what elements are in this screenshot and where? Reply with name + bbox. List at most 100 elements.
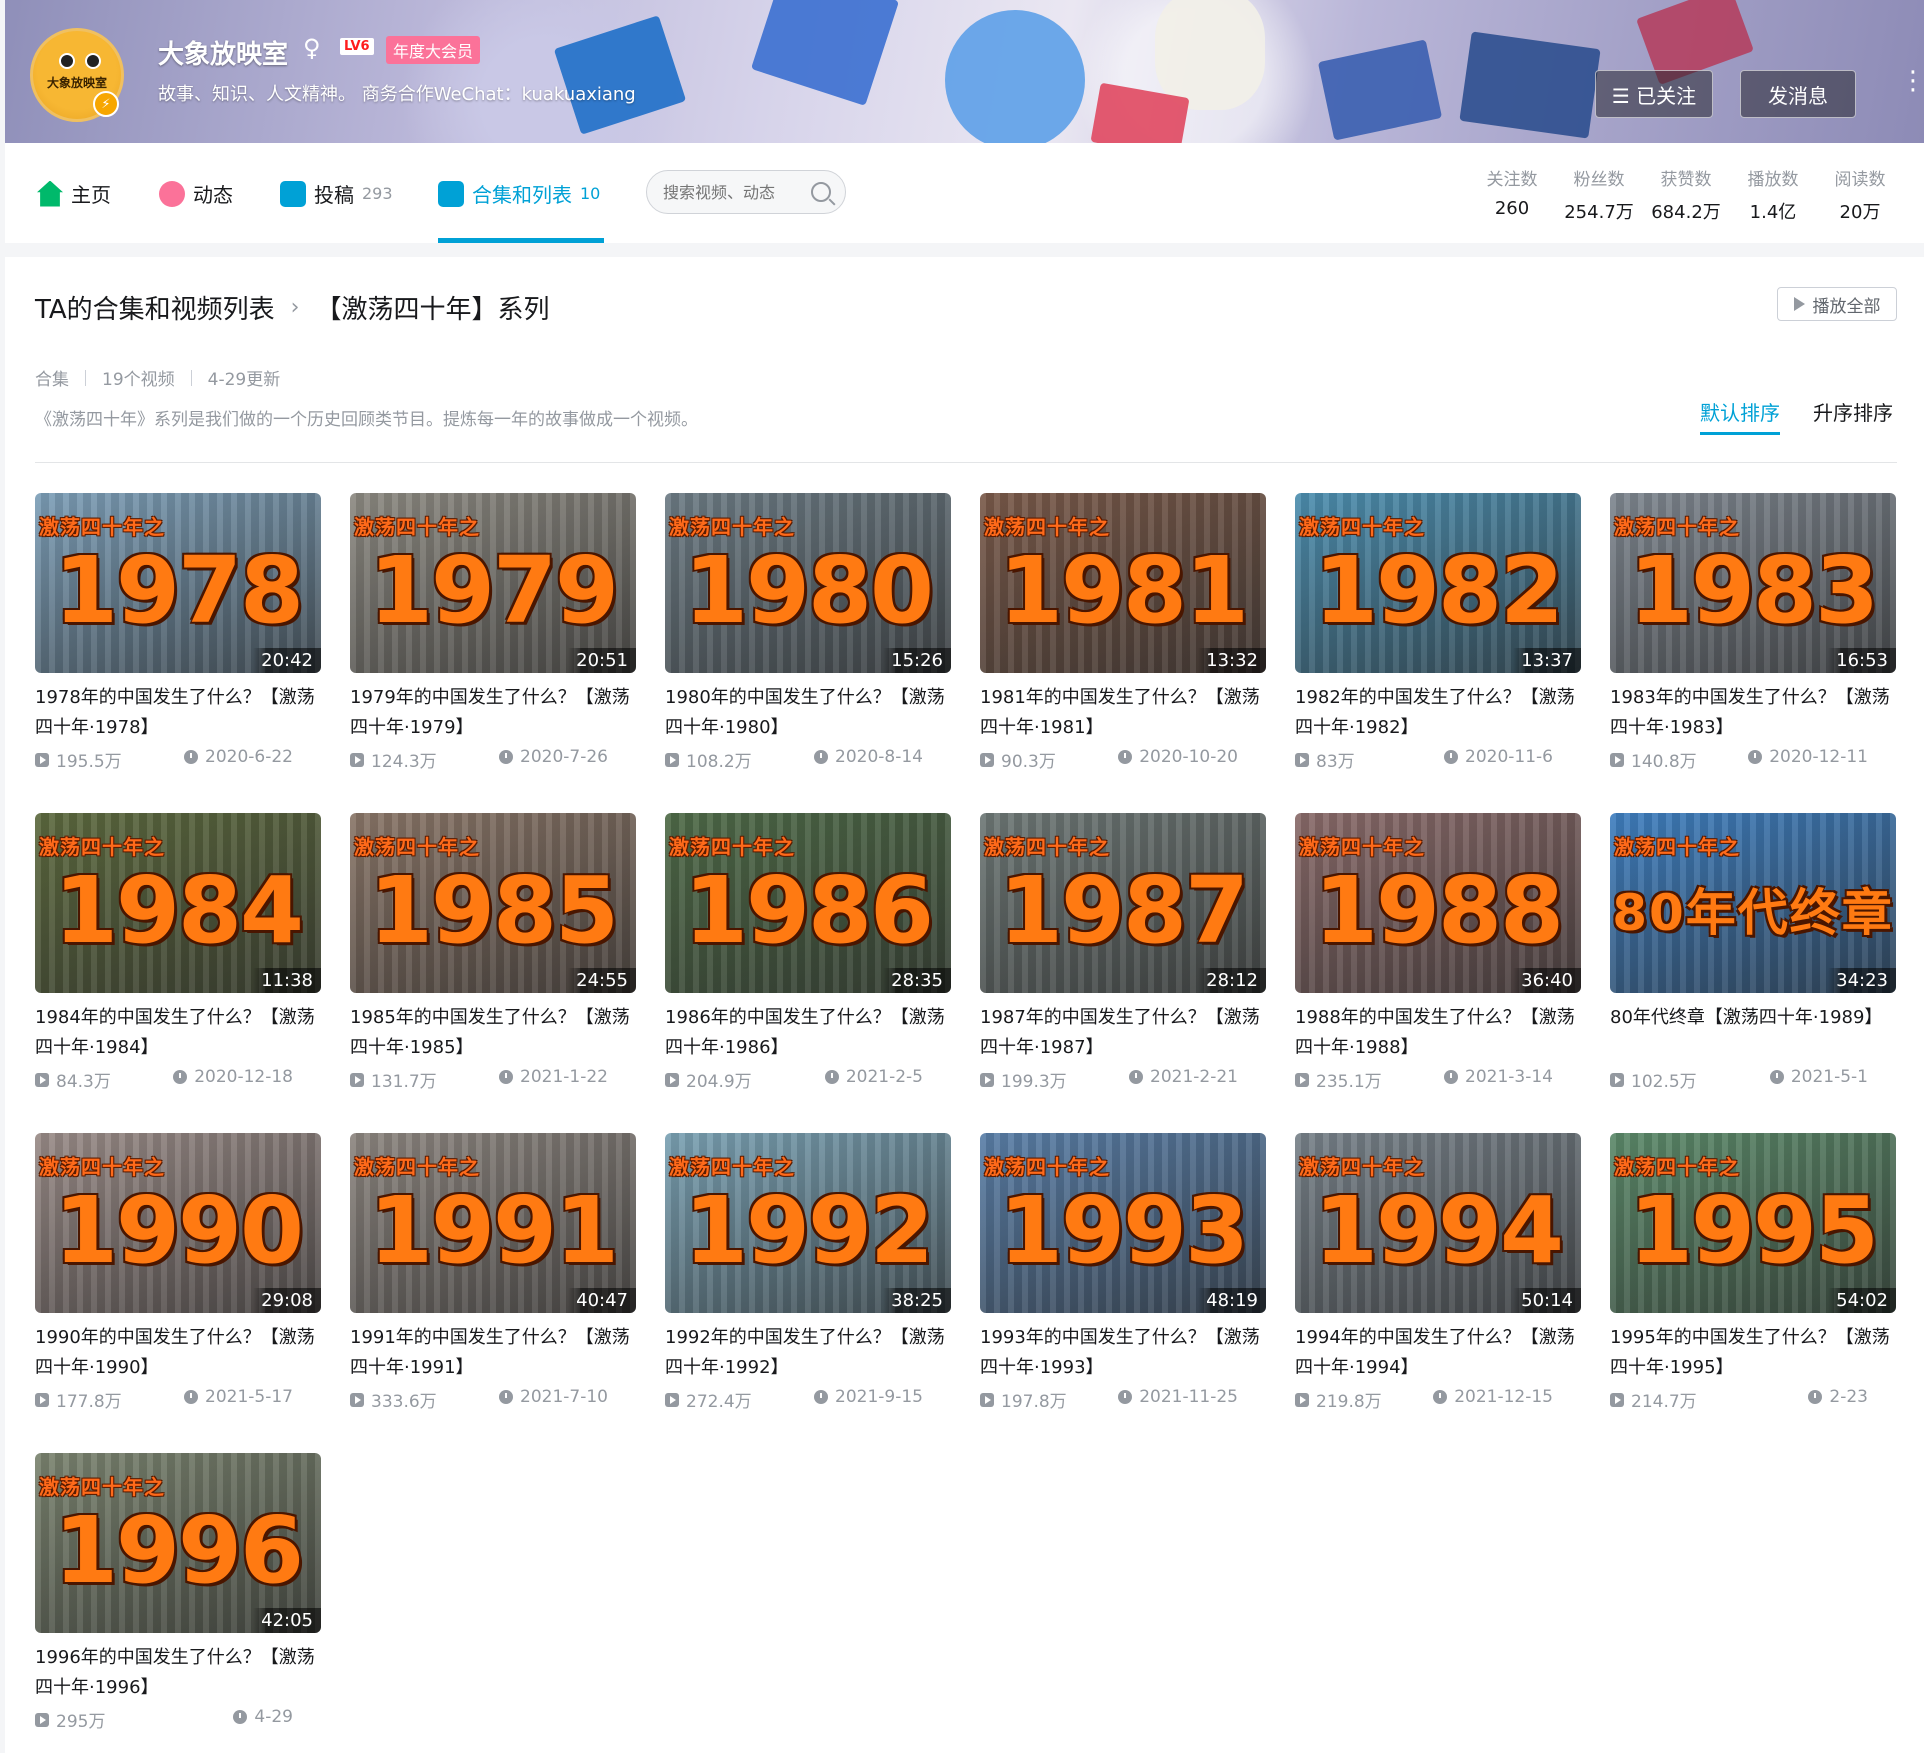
video-title[interactable]: 1994年的中国发生了什么？【激荡四十年·1994】 bbox=[1295, 1323, 1581, 1383]
video-title[interactable]: 1979年的中国发生了什么？【激荡四十年·1979】 bbox=[350, 683, 636, 743]
stat-following[interactable]: 关注数 260 bbox=[1467, 165, 1557, 219]
vip-badge[interactable]: 年度大会员 bbox=[386, 36, 481, 64]
tab-uploads[interactable]: 投稿 293 bbox=[280, 179, 393, 208]
video-thumbnail[interactable]: 激荡四十年之 1985 24:55 bbox=[350, 813, 636, 993]
stat-value: 684.2万 bbox=[1651, 202, 1721, 223]
video-card[interactable]: 激荡四十年之 80年代终章 34:23 80年代终章【激荡四十年·1989】 102.5… bbox=[1610, 813, 1896, 1113]
stat-label: 阅读数 bbox=[1834, 170, 1886, 190]
video-title[interactable]: 1982年的中国发生了什么？【激荡四十年·1982】 bbox=[1295, 683, 1581, 743]
video-card[interactable]: 激荡四十年之 1983 16:53 1983年的中国发生了什么？【激荡四十年·1983… bbox=[1610, 493, 1896, 793]
avatar[interactable]: 大象放映室 ⚡ bbox=[30, 28, 124, 122]
video-title[interactable]: 1983年的中国发生了什么？【激荡四十年·1983】 bbox=[1610, 683, 1896, 743]
username[interactable]: 大象放映室 bbox=[158, 34, 288, 71]
video-thumbnail[interactable]: 激荡四十年之 1980 15:26 bbox=[665, 493, 951, 673]
video-views: 124.3万 bbox=[350, 747, 437, 772]
tab-dynamic[interactable]: 动态 bbox=[159, 179, 233, 208]
video-thumbnail[interactable]: 激荡四十年之 1991 40:47 bbox=[350, 1133, 636, 1313]
bunny-decoration bbox=[1155, 0, 1265, 110]
video-card[interactable]: 激荡四十年之 1992 38:25 1992年的中国发生了什么？【激荡四十年·1992… bbox=[665, 1133, 951, 1433]
video-card[interactable]: 激荡四十年之 1978 20:42 1978年的中国发生了什么？【激荡四十年·1978… bbox=[35, 493, 321, 793]
video-thumbnail[interactable]: 激荡四十年之 1983 16:53 bbox=[1610, 493, 1896, 673]
video-thumbnail[interactable]: 激荡四十年之 1988 36:40 bbox=[1295, 813, 1581, 993]
video-card[interactable]: 激荡四十年之 1984 11:38 1984年的中国发生了什么？【激荡四十年·1984… bbox=[35, 813, 321, 1113]
sort-default-button[interactable]: 默认排序 bbox=[1700, 397, 1780, 435]
video-card[interactable]: 激荡四十年之 1985 24:55 1985年的中国发生了什么？【激荡四十年·1985… bbox=[350, 813, 636, 1113]
video-thumbnail[interactable]: 激荡四十年之 80年代终章 34:23 bbox=[1610, 813, 1896, 993]
video-title[interactable]: 1981年的中国发生了什么？【激荡四十年·1981】 bbox=[980, 683, 1266, 743]
video-thumbnail[interactable]: 激荡四十年之 1990 29:08 bbox=[35, 1133, 321, 1313]
video-meta: 204.9万 2021-2-5 bbox=[665, 1067, 951, 1092]
video-card[interactable]: 激荡四十年之 1993 48:19 1993年的中国发生了什么？【激荡四十年·1993… bbox=[980, 1133, 1266, 1433]
thumbnail-year-text: 1987 bbox=[998, 857, 1249, 964]
video-duration: 11:38 bbox=[253, 968, 321, 993]
video-card[interactable]: 激荡四十年之 1990 29:08 1990年的中国发生了什么？【激荡四十年·1990… bbox=[35, 1133, 321, 1433]
video-card[interactable]: 激荡四十年之 1986 28:35 1986年的中国发生了什么？【激荡四十年·1986… bbox=[665, 813, 951, 1113]
video-title[interactable]: 1987年的中国发生了什么？【激荡四十年·1987】 bbox=[980, 1003, 1266, 1063]
video-views-value: 333.6万 bbox=[371, 1392, 437, 1412]
play-count-icon bbox=[980, 1392, 994, 1407]
video-title[interactable]: 1993年的中国发生了什么？【激荡四十年·1993】 bbox=[980, 1323, 1266, 1383]
chevron-right-icon: › bbox=[290, 295, 300, 320]
search-icon[interactable] bbox=[811, 182, 831, 202]
video-thumbnail[interactable]: 激荡四十年之 1979 20:51 bbox=[350, 493, 636, 673]
video-thumbnail[interactable]: 激荡四十年之 1996 42:05 bbox=[35, 1453, 321, 1633]
clock-icon bbox=[1129, 1070, 1144, 1084]
video-meta: 333.6万 2021-7-10 bbox=[350, 1387, 636, 1412]
video-title[interactable]: 1978年的中国发生了什么？【激荡四十年·1978】 bbox=[35, 683, 321, 743]
video-card[interactable]: 激荡四十年之 1988 36:40 1988年的中国发生了什么？【激荡四十年·1988… bbox=[1295, 813, 1581, 1113]
followed-button[interactable]: ☰ 已关注 bbox=[1595, 70, 1713, 118]
video-thumbnail[interactable]: 激荡四十年之 1993 48:19 bbox=[980, 1133, 1266, 1313]
video-card[interactable]: 激荡四十年之 1995 54:02 1995年的中国发生了什么？【激荡四十年·1995… bbox=[1610, 1133, 1896, 1433]
play-all-button[interactable]: 播放全部 bbox=[1777, 287, 1897, 321]
video-card[interactable]: 激荡四十年之 1982 13:37 1982年的中国发生了什么？【激荡四十年·1982… bbox=[1295, 493, 1581, 793]
more-options-icon[interactable]: ⋮ bbox=[1900, 68, 1924, 94]
breadcrumb-root[interactable]: TA的合集和视频列表 bbox=[35, 289, 275, 326]
tab-home[interactable]: 主页 bbox=[37, 179, 111, 208]
video-thumbnail[interactable]: 激荡四十年之 1986 28:35 bbox=[665, 813, 951, 993]
video-title[interactable]: 1991年的中国发生了什么？【激荡四十年·1991】 bbox=[350, 1323, 636, 1383]
video-thumbnail[interactable]: 激荡四十年之 1984 11:38 bbox=[35, 813, 321, 993]
video-card[interactable]: 激荡四十年之 1994 50:14 1994年的中国发生了什么？【激荡四十年·1994… bbox=[1295, 1133, 1581, 1433]
video-card[interactable]: 激荡四十年之 1987 28:12 1987年的中国发生了什么？【激荡四十年·1987… bbox=[980, 813, 1266, 1113]
video-thumbnail[interactable]: 激荡四十年之 1995 54:02 bbox=[1610, 1133, 1896, 1313]
video-thumbnail[interactable]: 激荡四十年之 1992 38:25 bbox=[665, 1133, 951, 1313]
video-views-value: 197.8万 bbox=[1001, 1392, 1067, 1412]
video-thumbnail[interactable]: 激荡四十年之 1987 28:12 bbox=[980, 813, 1266, 993]
video-thumbnail[interactable]: 激荡四十年之 1982 13:37 bbox=[1295, 493, 1581, 673]
send-message-button[interactable]: 发消息 bbox=[1740, 70, 1856, 118]
search-box[interactable] bbox=[646, 170, 846, 214]
search-input[interactable] bbox=[661, 181, 805, 203]
video-card[interactable]: 激荡四十年之 1981 13:32 1981年的中国发生了什么？【激荡四十年·1981… bbox=[980, 493, 1266, 793]
video-thumbnail[interactable]: 激荡四十年之 1981 13:32 bbox=[980, 493, 1266, 673]
video-date-value: 2021-11-25 bbox=[1139, 1387, 1238, 1407]
sort-ascending-button[interactable]: 升序排序 bbox=[1813, 397, 1893, 426]
video-title[interactable]: 1988年的中国发生了什么？【激荡四十年·1988】 bbox=[1295, 1003, 1581, 1063]
tab-collections[interactable]: 合集和列表 10 bbox=[438, 179, 600, 208]
video-thumbnail[interactable]: 激荡四十年之 1978 20:42 bbox=[35, 493, 321, 673]
video-card[interactable]: 激荡四十年之 1996 42:05 1996年的中国发生了什么？【激荡四十年·1996… bbox=[35, 1453, 321, 1753]
video-title[interactable]: 1985年的中国发生了什么？【激荡四十年·1985】 bbox=[350, 1003, 636, 1063]
video-title[interactable]: 1990年的中国发生了什么？【激荡四十年·1990】 bbox=[35, 1323, 321, 1383]
video-views-value: 124.3万 bbox=[371, 752, 437, 772]
video-date: 2021-12-15 bbox=[1433, 1387, 1553, 1407]
video-title[interactable]: 80年代终章【激荡四十年·1989】 bbox=[1610, 1003, 1896, 1063]
video-title[interactable]: 1986年的中国发生了什么？【激荡四十年·1986】 bbox=[665, 1003, 951, 1063]
thumbnail-year-text: 1980 bbox=[683, 537, 934, 644]
thumbnail-series-text: 激荡四十年之 bbox=[354, 1155, 480, 1179]
video-title[interactable]: 1980年的中国发生了什么？【激荡四十年·1980】 bbox=[665, 683, 951, 743]
video-title[interactable]: 1996年的中国发生了什么？【激荡四十年·1996】 bbox=[35, 1643, 321, 1703]
stat-fans[interactable]: 粉丝数 254.7万 bbox=[1554, 165, 1644, 224]
video-title[interactable]: 1992年的中国发生了什么？【激荡四十年·1992】 bbox=[665, 1323, 951, 1383]
video-views-value: 84.3万 bbox=[56, 1072, 111, 1092]
thumbnail-series-text: 激荡四十年之 bbox=[39, 1475, 165, 1499]
stat-label: 播放数 bbox=[1747, 170, 1799, 190]
video-title[interactable]: 1984年的中国发生了什么？【激荡四十年·1984】 bbox=[35, 1003, 321, 1063]
video-card[interactable]: 激荡四十年之 1980 15:26 1980年的中国发生了什么？【激荡四十年·1980… bbox=[665, 493, 951, 793]
video-title[interactable]: 1995年的中国发生了什么？【激荡四十年·1995】 bbox=[1610, 1323, 1896, 1383]
video-date: 2021-2-21 bbox=[1129, 1067, 1238, 1087]
tab-collections-count: 10 bbox=[580, 184, 601, 203]
video-card[interactable]: 激荡四十年之 1991 40:47 1991年的中国发生了什么？【激荡四十年·1991… bbox=[350, 1133, 636, 1433]
user-sign: 故事、知识、人文精神。 商务合作WeChat：kuakuaxiang bbox=[158, 84, 636, 105]
video-card[interactable]: 激荡四十年之 1979 20:51 1979年的中国发生了什么？【激荡四十年·1979… bbox=[350, 493, 636, 793]
video-thumbnail[interactable]: 激荡四十年之 1994 50:14 bbox=[1295, 1133, 1581, 1313]
